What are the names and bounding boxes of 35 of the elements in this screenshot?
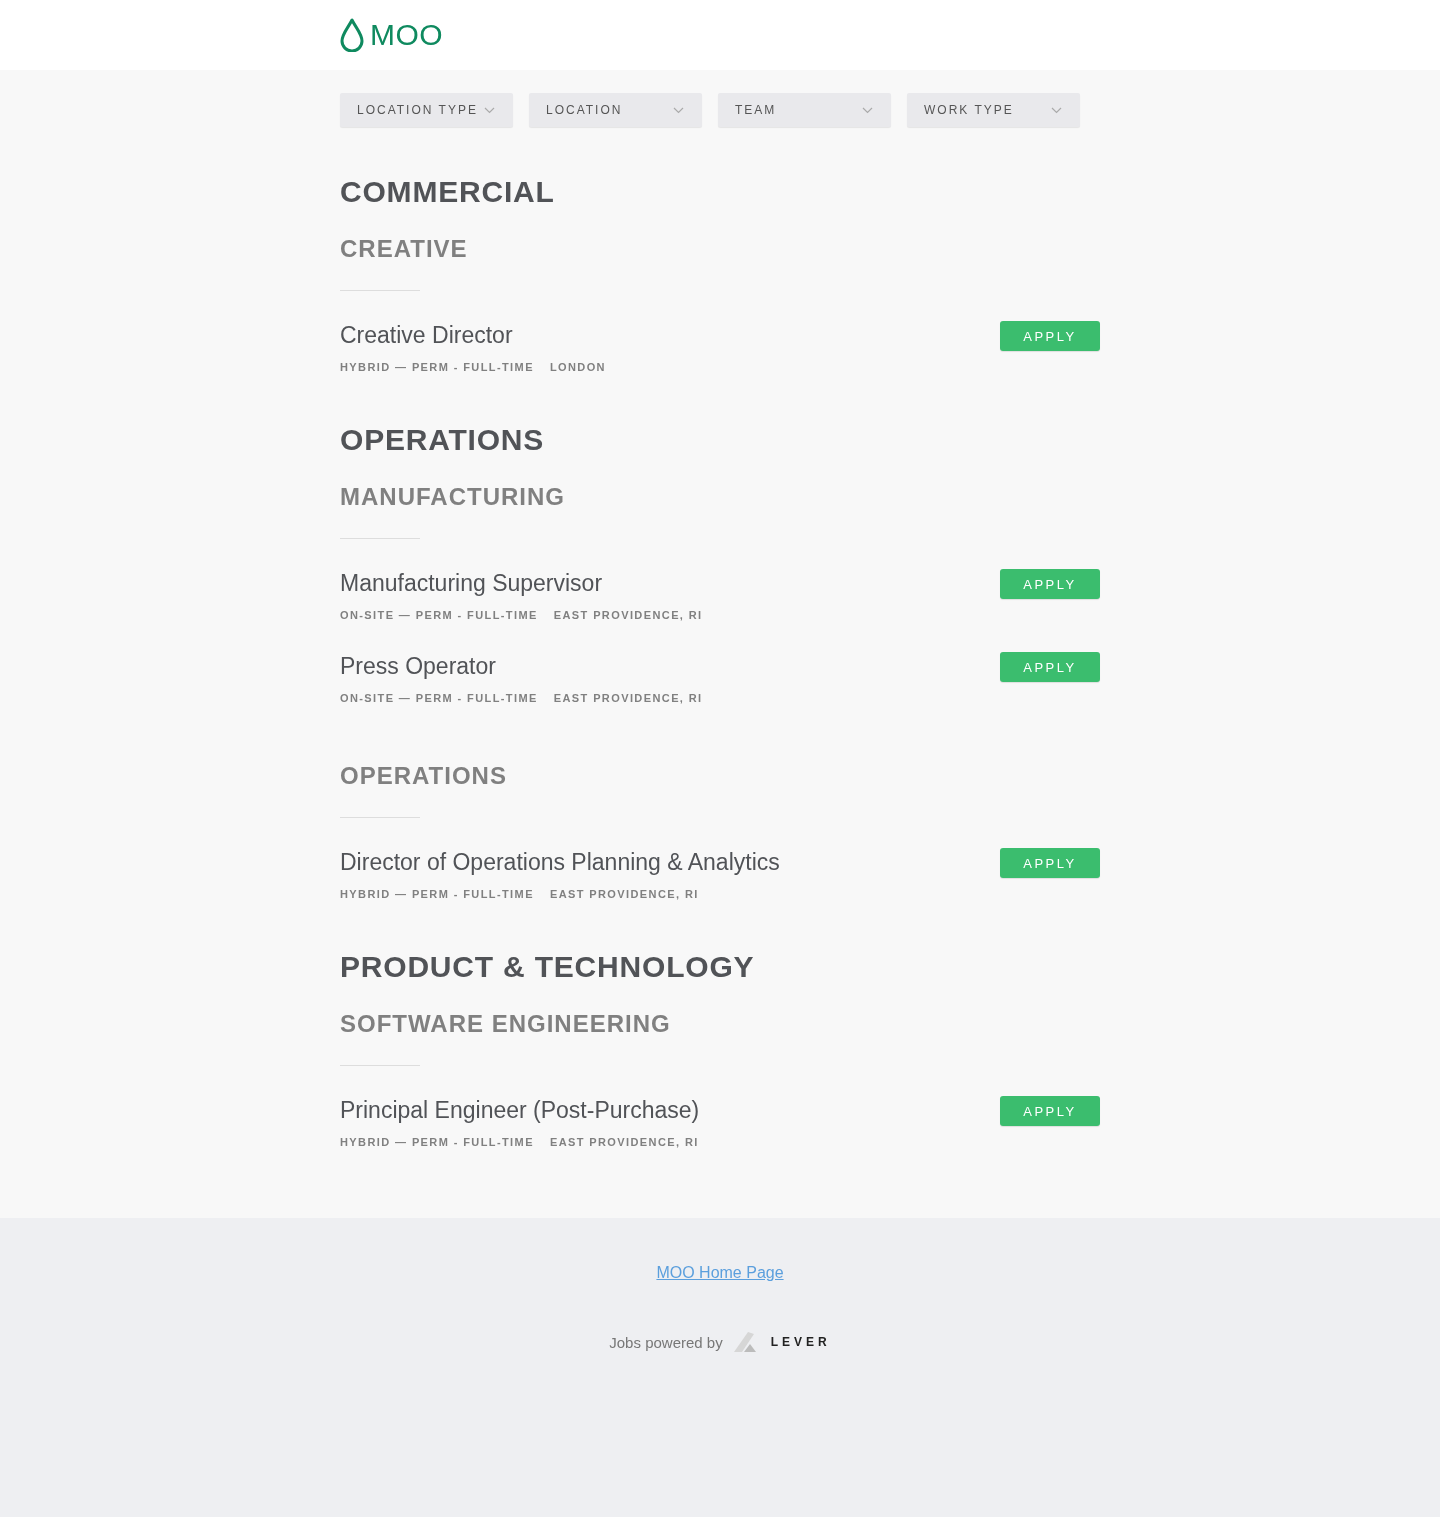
team-heading: SOFTWARE ENGINEERING (340, 1009, 672, 1039)
team-heading: CREATIVE (340, 234, 469, 264)
chevron-down-icon (484, 106, 495, 114)
filter-dropdown[interactable]: WORK TYPE (907, 93, 1080, 127)
job-location: EAST PROVIDENCE, RI (553, 691, 703, 706)
job-location: EAST PROVIDENCE, RI (553, 608, 703, 623)
job-commitment: ON-SITE — PERM - FULL-TIME (340, 608, 538, 623)
job-commitment: HYBRID — PERM - FULL-TIME (340, 1135, 534, 1150)
powered-by-text: Jobs powered by (609, 1333, 723, 1351)
filter-dropdown[interactable]: LOCATION TYPE (340, 93, 513, 127)
job-commitment: HYBRID — PERM - FULL-TIME (340, 887, 534, 902)
filter-dropdown[interactable]: LOCATION (529, 93, 702, 127)
job-location: LONDON (549, 360, 606, 375)
job-commitment: ON-SITE — PERM - FULL-TIME (340, 691, 538, 706)
job-title[interactable]: Manufacturing Supervisor (340, 567, 703, 599)
job-location: EAST PROVIDENCE, RI (549, 887, 699, 902)
logo-text[interactable]: MOO (370, 18, 444, 52)
department-heading: COMMERCIAL (340, 174, 556, 210)
lever-logo-icon (731, 1330, 758, 1354)
filter-dropdown[interactable]: TEAM (718, 93, 891, 127)
job-location: EAST PROVIDENCE, RI (549, 1135, 699, 1150)
job-title[interactable]: Director of Operations Planning & Analytics (340, 846, 780, 878)
chevron-down-icon (862, 106, 873, 114)
chevron-down-icon (1051, 106, 1062, 114)
team-heading: MANUFACTURING (340, 482, 566, 512)
lever-wordmark[interactable]: LEVER (770, 1335, 831, 1349)
job-title[interactable]: Principal Engineer (Post-Purchase) (340, 1094, 700, 1126)
chevron-down-icon (673, 106, 684, 114)
team-heading: OPERATIONS (340, 761, 508, 791)
drop-icon (340, 18, 364, 52)
job-title[interactable]: Creative Director (340, 319, 606, 351)
department-heading: OPERATIONS (340, 422, 546, 458)
department-heading: PRODUCT & TECHNOLOGY (340, 949, 756, 985)
job-title[interactable]: Press Operator (340, 650, 703, 682)
job-commitment: HYBRID — PERM - FULL-TIME (340, 360, 534, 375)
